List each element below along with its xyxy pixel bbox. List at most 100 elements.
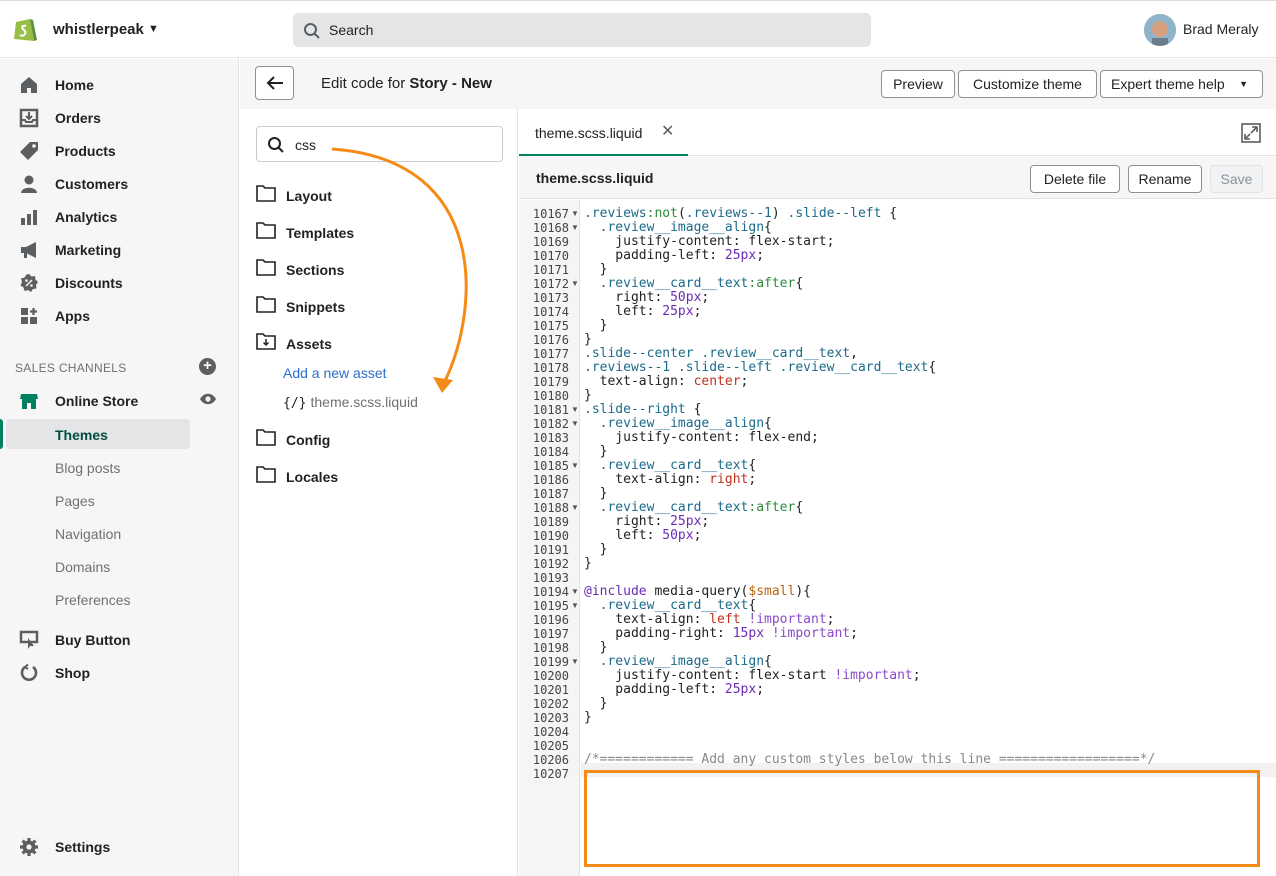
expand-icon[interactable] — [1241, 123, 1261, 143]
code-line: left: 50px; — [584, 528, 702, 543]
code-line: } — [584, 486, 608, 501]
line-number: 10177 — [532, 347, 569, 361]
eye-icon[interactable] — [199, 392, 217, 406]
preview-button[interactable]: Preview — [881, 70, 955, 98]
back-button[interactable] — [255, 66, 294, 100]
sidebar-subitem-themes[interactable]: Themes — [0, 419, 239, 449]
sidebar-item-home[interactable]: Home — [0, 68, 239, 101]
sidebar-item-marketing[interactable]: Marketing — [0, 233, 239, 266]
sidebar-item-label: Marketing — [55, 242, 122, 258]
folder-icon — [256, 296, 276, 313]
expert-theme-help-button[interactable]: Expert theme help ▼ — [1100, 70, 1263, 98]
theme-name: Story - New — [409, 75, 492, 92]
rename-button[interactable]: Rename — [1128, 165, 1202, 193]
buy-button-icon — [19, 630, 39, 649]
sidebar-item-label: Home — [55, 77, 94, 93]
sidebar-item-settings[interactable]: Settings — [0, 830, 239, 863]
line-number: 10202 — [532, 697, 569, 711]
fold-arrow-icon[interactable]: ▼ — [571, 403, 579, 417]
folder-icon — [256, 259, 276, 276]
customize-theme-button[interactable]: Customize theme — [958, 70, 1097, 98]
editor-tab-bar: theme.scss.liquid ✕ — [519, 109, 1276, 156]
current-file-name: theme.scss.liquid — [536, 170, 654, 186]
add-channel-icon[interactable]: + — [199, 358, 216, 375]
folder-icon — [256, 222, 276, 239]
code-line: padding-right: 15px !important; — [584, 626, 858, 641]
fold-arrow-icon[interactable]: ▼ — [571, 221, 579, 235]
fold-arrow-icon[interactable]: ▼ — [571, 459, 579, 473]
shopify-logo-icon[interactable] — [12, 15, 38, 43]
user-name[interactable]: Brad Meraly — [1183, 21, 1258, 37]
sidebar-item-label: Analytics — [55, 209, 118, 225]
folder-icon — [256, 429, 276, 446]
code-line: .review__image__align{ — [599, 654, 772, 669]
sidebar-subitem-label: Domains — [55, 559, 111, 575]
expert-help-label: Expert theme help — [1111, 76, 1225, 92]
code-line: } — [584, 332, 592, 347]
line-number: 10204 — [532, 725, 569, 739]
code-line: padding-left: 25px; — [584, 682, 765, 697]
delete-file-button[interactable]: Delete file — [1030, 165, 1120, 193]
chevron-down-icon[interactable]: ▼ — [148, 23, 159, 35]
sidebar-item-buy-button[interactable]: Buy Button — [0, 623, 239, 656]
line-number: 10206 — [532, 753, 569, 767]
line-number: 10197 — [532, 627, 569, 641]
line-number: 10194 — [532, 585, 569, 599]
tab-label: theme.scss.liquid — [535, 125, 643, 141]
code-line: .review__image__align{ — [599, 416, 772, 431]
code-line: } — [584, 542, 608, 557]
line-number: 10176 — [532, 333, 569, 347]
code-line: left: 25px; — [584, 304, 702, 319]
line-number: 10198 — [532, 641, 569, 655]
line-number: 10179 — [532, 375, 569, 389]
code-line: } — [584, 556, 592, 571]
sidebar-item-label: Products — [55, 143, 116, 159]
sidebar-item-analytics[interactable]: Analytics — [0, 200, 239, 233]
sidebar-subitem-label: Preferences — [55, 592, 131, 608]
code-line: .review__card__text{ — [599, 598, 757, 613]
code-editor-panel: theme.scss.liquid ✕ theme.scss.liquid De… — [519, 109, 1276, 876]
folder-open-icon — [256, 333, 276, 350]
sidebar-subitem-navigation[interactable]: Navigation — [0, 518, 239, 548]
fold-arrow-icon[interactable]: ▼ — [571, 417, 579, 431]
code-line: justify-content: flex-start; — [584, 234, 835, 249]
sidebar-subitem-pages[interactable]: Pages — [0, 485, 239, 515]
sidebar-subitem-domains[interactable]: Domains — [0, 551, 239, 581]
sidebar-item-discounts[interactable]: Discounts — [0, 266, 239, 299]
sidebar: Home Orders Products Customers Analytics… — [0, 59, 239, 876]
chevron-down-icon: ▼ — [1239, 79, 1248, 89]
sidebar-item-orders[interactable]: Orders — [0, 101, 239, 134]
avatar[interactable] — [1144, 14, 1176, 46]
tab-theme-scss-liquid[interactable]: theme.scss.liquid ✕ — [519, 109, 688, 156]
code-line: .review__card__text:after{ — [599, 276, 804, 291]
fold-arrow-icon[interactable]: ▼ — [571, 207, 579, 221]
fold-arrow-icon[interactable]: ▼ — [571, 501, 579, 515]
close-icon[interactable]: ✕ — [661, 121, 674, 141]
line-number-gutter: 10167 ▼ 10168 ▼ 10169 10170 10171 10172 ▼ 10173 10… — [519, 200, 580, 876]
search-input[interactable]: Search — [293, 13, 871, 47]
sidebar-item-customers[interactable]: Customers — [0, 167, 239, 200]
folder-icon — [256, 466, 276, 483]
folder-config[interactable]: Config — [256, 426, 496, 454]
fold-arrow-icon[interactable]: ▼ — [571, 277, 579, 291]
code-line: right: 25px; — [584, 514, 710, 529]
code-line: padding-left: 25px; — [584, 248, 765, 263]
line-number: 10181 — [532, 403, 569, 417]
fold-arrow-icon[interactable]: ▼ — [571, 599, 579, 613]
sidebar-item-apps[interactable]: Apps — [0, 299, 239, 332]
store-name[interactable]: whistlerpeak — [53, 21, 144, 38]
sidebar-subitem-preferences[interactable]: Preferences — [0, 584, 239, 614]
fold-arrow-icon[interactable]: ▼ — [571, 655, 579, 669]
line-number: 10180 — [532, 389, 569, 403]
folder-locales[interactable]: Locales — [256, 463, 496, 491]
megaphone-icon — [21, 242, 36, 258]
sidebar-subitem-blog-posts[interactable]: Blog posts — [0, 452, 239, 482]
sidebar-item-products[interactable]: Products — [0, 134, 239, 167]
line-number: 10168 — [532, 221, 569, 235]
save-button[interactable]: Save — [1210, 165, 1263, 193]
line-number: 10185 — [532, 459, 569, 473]
fold-arrow-icon[interactable]: ▼ — [571, 585, 579, 599]
sidebar-item-label: Buy Button — [55, 632, 131, 648]
sidebar-item-shop[interactable]: Shop — [0, 656, 239, 689]
annotation-highlight-box — [584, 770, 1260, 867]
